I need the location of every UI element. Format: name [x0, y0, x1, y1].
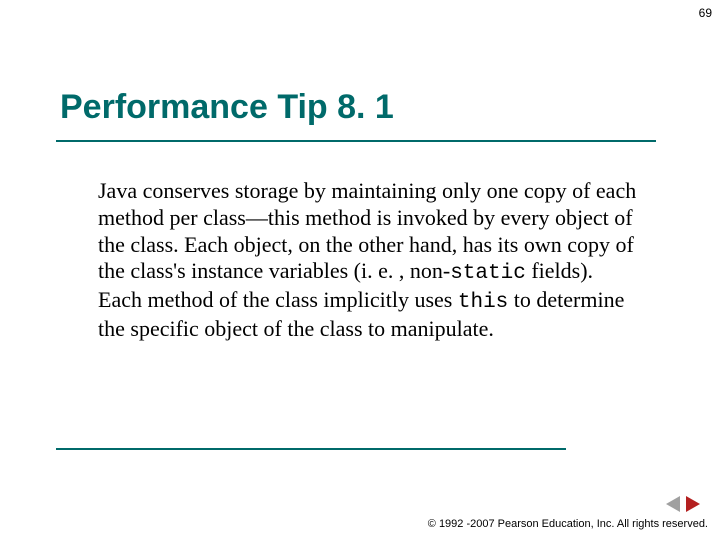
slide-heading: Performance Tip 8. 1	[60, 88, 394, 127]
code-static: static	[450, 262, 526, 285]
copyright-text: © 1992 -2007 Pearson Education, Inc. All…	[428, 518, 708, 530]
divider-bottom	[56, 448, 566, 450]
next-arrow-icon[interactable]	[686, 496, 700, 512]
body-paragraph: Java conserves storage by maintaining on…	[98, 178, 638, 343]
page-number: 69	[699, 6, 712, 20]
code-this: this	[458, 291, 508, 314]
prev-arrow-icon[interactable]	[666, 496, 680, 512]
nav-arrows	[666, 496, 700, 512]
divider-top	[56, 140, 656, 142]
